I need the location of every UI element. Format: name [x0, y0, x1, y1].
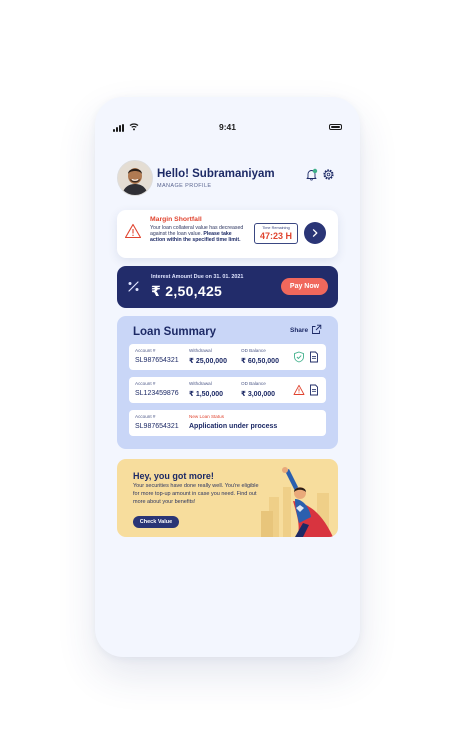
loan-row[interactable]: Account # SL123459876 Withdrawal ₹ 1,50,… [129, 377, 326, 403]
manage-profile-link[interactable]: MANAGE PROFILE [157, 183, 212, 189]
od-balance-value: ₹ 3,00,000 [241, 391, 276, 398]
battery-icon [329, 124, 342, 130]
od-balance-column: OD Balance ₹ 60,50,000 [241, 348, 279, 365]
account-number: SL123459876 [135, 390, 179, 397]
loan-summary-title: Loan Summary [133, 326, 217, 338]
warning-triangle-icon [124, 223, 142, 239]
interest-due-card: Interest Amount Due on 31. 01. 2021 ₹ 2,… [117, 266, 338, 308]
shield-check-icon[interactable] [293, 351, 305, 363]
loan-row[interactable]: Account # SL987654321 Withdrawal ₹ 25,00… [129, 344, 326, 370]
document-icon[interactable] [308, 351, 320, 363]
withdrawal-column: Withdrawal ₹ 25,00,000 [189, 348, 227, 365]
od-balance-column: OD Balance ₹ 3,00,000 [241, 381, 275, 398]
loan-row[interactable]: Account # SL987654321 New Loan Status Ap… [129, 410, 326, 436]
withdrawal-label: Withdrawal [189, 381, 212, 386]
time-remaining-label: Time Remaining [262, 226, 290, 230]
margin-shortfall-card: Margin Shortfall Your loan collateral va… [117, 210, 338, 258]
document-icon[interactable] [308, 384, 320, 396]
share-external-icon [312, 324, 322, 334]
share-label: Share [290, 327, 309, 334]
promo-card: Hey, you got more! Your securities have … [117, 459, 338, 537]
account-label: Account # [135, 348, 156, 353]
loan-summary-card: Loan Summary Share Account # SL987654321… [117, 316, 338, 449]
pay-now-button[interactable]: Pay Now [281, 278, 328, 295]
withdrawal-label: Withdrawal [189, 348, 212, 353]
time-remaining-box: Time Remaining 47:23 H [254, 223, 298, 244]
notification-bell-icon[interactable] [305, 168, 318, 181]
interest-due-label: Interest Amount Due on 31. 01. 2021 [151, 274, 244, 280]
greeting-text: Hello! Subramaniyam [157, 168, 275, 180]
loan-status-column: New Loan Status Application under proces… [189, 414, 277, 430]
superhero-illustration [261, 467, 333, 537]
account-number: SL987654321 [135, 357, 179, 364]
percent-icon [128, 281, 139, 292]
od-balance-value: ₹ 60,50,000 [241, 358, 279, 365]
loan-status-value: Application under process [189, 423, 278, 430]
avatar[interactable] [117, 160, 153, 196]
alert-title: Margin Shortfall [150, 216, 202, 223]
account-number: SL987654321 [135, 423, 179, 430]
check-value-button[interactable]: Check Value [133, 516, 179, 528]
phone-screen: 9:41 Hello! Subramaniyam MANAGE PROFILE … [95, 97, 360, 657]
settings-gear-icon[interactable] [322, 168, 335, 181]
status-bar: 9:41 [95, 121, 360, 135]
clock: 9:41 [218, 122, 236, 132]
account-column: Account # SL987654321 [135, 414, 179, 430]
account-column: Account # SL987654321 [135, 348, 179, 364]
share-button[interactable]: Share [290, 324, 322, 334]
od-balance-label: OD Balance [241, 381, 266, 386]
account-label: Account # [135, 414, 156, 419]
avatar-image [118, 161, 152, 195]
promo-text: Your securities have done really well. Y… [133, 483, 259, 505]
account-column: Account # SL123459876 [135, 381, 179, 397]
warning-triangle-icon[interactable] [293, 384, 305, 396]
od-balance-label: OD Balance [241, 348, 266, 353]
withdrawal-value: ₹ 1,50,000 [189, 391, 224, 398]
withdrawal-value: ₹ 25,00,000 [189, 358, 227, 365]
loan-status-label: New Loan Status [189, 414, 224, 419]
promo-title: Hey, you got more! [133, 471, 214, 481]
time-remaining-value: 47:23 H [259, 231, 293, 241]
alert-body: Your loan collateral value has decreased… [150, 225, 245, 244]
interest-amount: ₹ 2,50,425 [151, 283, 223, 299]
alert-action-button[interactable] [304, 222, 326, 244]
chevron-right-icon [312, 229, 318, 237]
account-label: Account # [135, 381, 156, 386]
withdrawal-column: Withdrawal ₹ 1,50,000 [189, 381, 223, 398]
